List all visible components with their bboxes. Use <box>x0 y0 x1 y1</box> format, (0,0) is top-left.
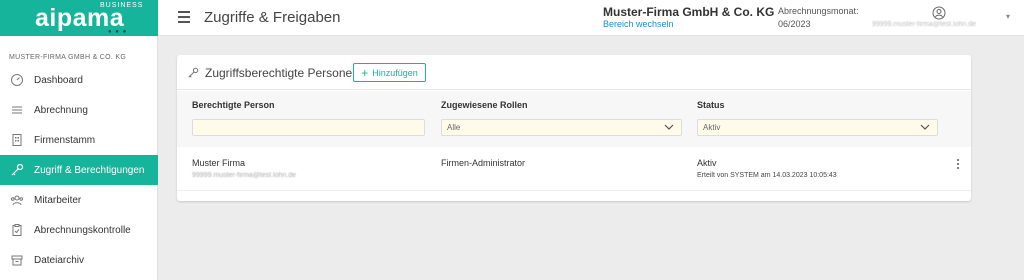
key-icon <box>9 162 25 178</box>
sidebar-company-name: MUSTER-FIRMA GMBH & CO. KG <box>9 54 127 61</box>
logo-dots: ● ● ● <box>108 29 128 35</box>
sidebar-item-label: Firmenstamm <box>34 134 96 146</box>
person-email: 99999.muster-firma@test.lohn.de <box>192 172 296 179</box>
page-title: Zugriffe & Freigaben <box>204 9 341 26</box>
list-lines-icon <box>9 102 25 118</box>
roles-filter-value: Alle <box>447 123 461 132</box>
filter-header: Berechtigte Person Zugewiesene Rollen St… <box>177 91 971 147</box>
top-header: Zugriffe & Freigaben Muster-Firma GmbH &… <box>158 0 1024 36</box>
add-person-button[interactable]: + Hinzufügen <box>353 63 426 82</box>
person-status: Aktiv <box>697 158 717 168</box>
status-filter-value: Aktiv <box>703 123 721 132</box>
status-filter-select[interactable]: Aktiv <box>697 119 938 136</box>
chevron-down-icon <box>664 122 674 132</box>
sidebar-item-firmenstamm[interactable]: Firmenstamm <box>0 125 158 155</box>
sidebar-item-label: Dateiarchiv <box>34 254 85 266</box>
user-menu-caret-icon[interactable]: ▾ <box>1006 12 1010 21</box>
billing-month-label: Abrechnungsmonat: <box>778 6 859 16</box>
logo-business-tag: BUSINESS <box>100 2 144 9</box>
clipboard-check-icon <box>9 222 25 238</box>
status-granted-info: Erteilt von SYSTEM am 14.03.2023 10:05:4… <box>697 172 837 179</box>
building-icon <box>9 132 25 148</box>
user-email: 99999.muster-firma@test.lohn.de <box>872 21 976 28</box>
user-account-icon[interactable] <box>932 6 946 20</box>
person-role: Firmen-Administrator <box>441 158 526 168</box>
sidebar-item-abrechnung[interactable]: Abrechnung <box>0 95 158 125</box>
sidebar-item-dateiarchiv[interactable]: Dateiarchiv <box>0 245 158 275</box>
plus-icon: + <box>361 65 369 80</box>
column-header-person[interactable]: Berechtigte Person <box>192 100 275 110</box>
switch-area-link[interactable]: Bereich wechseln <box>603 19 674 29</box>
sidebar-item-label: Dashboard <box>34 74 83 86</box>
dashboard-gauge-icon <box>9 72 25 88</box>
sidebar-item-label: Abrechnungskontrolle <box>34 224 131 236</box>
column-header-status[interactable]: Status <box>697 100 725 110</box>
sidebar: MUSTER-FIRMA GMBH & CO. KG Dashboard Abr… <box>0 36 158 280</box>
sidebar-item-zugriff[interactable]: Zugriff & Berechtigungen <box>0 155 158 185</box>
sidebar-item-label: Abrechnung <box>34 104 88 116</box>
billing-month-value: 06/2023 <box>778 19 811 29</box>
company-name: Muster-Firma GmbH & Co. KG <box>603 5 775 19</box>
chevron-down-icon <box>920 122 930 132</box>
add-button-label: Hinzufügen <box>372 67 418 78</box>
roles-filter-select[interactable]: Alle <box>441 119 682 136</box>
people-icon <box>9 192 25 208</box>
card-header: Zugriffsberechtigte Personen + Hinzufüge… <box>177 55 971 90</box>
table-row[interactable]: Muster Firma 99999.muster-firma@test.loh… <box>177 147 971 191</box>
brand-logo[interactable]: aipama BUSINESS ● ● ● <box>0 0 158 36</box>
column-header-roles[interactable]: Zugewiesene Rollen <box>441 100 528 110</box>
card-title: Zugriffsberechtigte Personen <box>205 66 359 80</box>
sidebar-item-dashboard[interactable]: Dashboard <box>0 65 158 95</box>
menu-hamburger-icon[interactable] <box>178 11 190 23</box>
person-filter-input[interactable] <box>192 119 425 136</box>
row-actions-kebab-icon[interactable] <box>955 159 961 173</box>
access-persons-card: Zugriffsberechtigte Personen + Hinzufüge… <box>177 55 971 201</box>
key-icon <box>187 66 199 78</box>
archive-box-icon <box>9 252 25 268</box>
sidebar-item-label: Zugriff & Berechtigungen <box>34 164 145 176</box>
sidebar-item-mitarbeiter[interactable]: Mitarbeiter <box>0 185 158 215</box>
person-name: Muster Firma <box>192 158 246 168</box>
sidebar-item-abrechnungskontrolle[interactable]: Abrechnungskontrolle <box>0 215 158 245</box>
sidebar-item-label: Mitarbeiter <box>34 194 82 206</box>
